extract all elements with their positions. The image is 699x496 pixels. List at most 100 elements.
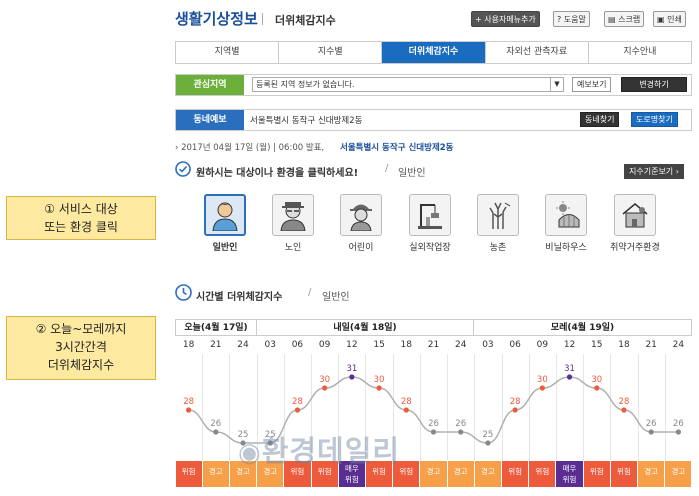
data-point [430, 429, 437, 435]
hourly-section-sub: 일반인 [322, 292, 350, 303]
risk-level-cell: 위험 [529, 461, 556, 487]
hour-cell: 15 [373, 340, 385, 350]
hour-cell: 18 [400, 340, 412, 350]
hour-cell: 09 [318, 340, 331, 350]
scrap-button[interactable]: ▤ 스크랩 [604, 11, 645, 27]
print-button[interactable]: ▣ 인쇄 [653, 11, 686, 27]
target-elderly[interactable]: 노인 [272, 194, 314, 253]
index-criteria-button[interactable]: 지수기준보기 › [624, 164, 684, 179]
day-header-today: 오늘(4월 17일) [175, 319, 257, 336]
hour-cell: 18 [182, 340, 195, 350]
hour-cell: 18 [618, 340, 630, 350]
region-select[interactable]: 등록된 지역 정보가 없습니다. ▼ [252, 77, 564, 92]
add-user-menu-button[interactable]: + 사용자메뉴추가 [471, 11, 540, 27]
globe-icon: ◉ [238, 438, 262, 468]
risk-level-cell: 위험 [175, 461, 202, 487]
data-label: 31 [564, 364, 575, 374]
tab-by-index[interactable]: 지수별 [279, 42, 383, 63]
target-farm[interactable]: 농촌 [477, 194, 519, 253]
tab-heat-index[interactable]: 더위체감지수 [382, 42, 486, 63]
neighborhood-label: 동네예보 [176, 110, 244, 130]
data-label: 28 [619, 397, 630, 407]
risk-level-cell: 위험 [610, 461, 638, 487]
announce-date: › 2017년 04월 17일 (월) | 06:00 발표, [175, 143, 325, 153]
person-icon [212, 202, 238, 231]
data-label: 30 [374, 375, 385, 385]
hour-cell: 06 [291, 340, 304, 350]
data-point [485, 440, 491, 446]
chevron-down-icon: ▼ [550, 78, 563, 91]
hour-cell: 09 [536, 340, 549, 350]
target-label: 취약거주환경 [610, 243, 660, 253]
target-general[interactable]: 일반인 [204, 194, 246, 253]
data-label: 30 [537, 375, 548, 385]
hour-cell: 06 [509, 340, 521, 350]
hour-cell: 21 [645, 340, 657, 350]
data-point [594, 385, 600, 391]
data-label: 30 [591, 375, 602, 385]
announce-location: 서울특별시 동작구 신대방제2동 [340, 143, 454, 153]
data-point [621, 407, 627, 413]
help-button[interactable]: ? 도움말 [553, 11, 590, 27]
data-label: 28 [292, 397, 303, 407]
data-label: 26 [428, 419, 439, 429]
risk-level-cell: 경고 [665, 461, 692, 487]
hour-cell: 03 [264, 340, 276, 350]
house-icon [622, 203, 648, 228]
data-point [675, 429, 681, 435]
data-point [376, 385, 382, 391]
elderly-icon [280, 202, 306, 231]
data-point [322, 385, 328, 391]
risk-level-cell: 경고 [638, 461, 665, 487]
target-greenhouse[interactable]: 비닐하우스 [545, 194, 587, 253]
data-label: 28 [401, 397, 412, 407]
data-label: 26 [455, 419, 466, 429]
callout-three-hour-index: ② 오늘~모레까지 3시간간격 더위체감지수 [6, 316, 156, 380]
construction-icon [418, 204, 442, 229]
tab-index-guide[interactable]: 지수안내 [588, 42, 692, 63]
data-point [349, 374, 355, 380]
farm-icon [489, 202, 511, 229]
data-label: 28 [510, 397, 521, 407]
data-label: 30 [319, 375, 330, 385]
hourly-section-title: 시간별 더위체감지수 [196, 292, 283, 303]
data-point [458, 429, 464, 435]
risk-level-cell: 경고 [447, 461, 474, 487]
hour-cell: 21 [210, 340, 222, 350]
find-road-name-button[interactable]: 도로명찾기 [631, 112, 678, 127]
day-header-day-after: 모레(4월 19일) [473, 319, 692, 336]
target-child[interactable]: 어린이 [340, 194, 382, 253]
forecast-view-button[interactable]: 예보보기 [572, 77, 612, 92]
clock-icon [175, 284, 192, 304]
data-point [539, 385, 545, 391]
hour-cell: 21 [427, 340, 440, 350]
tab-regional[interactable]: 지역별 [176, 42, 280, 63]
risk-level-cell: 경고 [474, 461, 502, 487]
data-label: 28 [183, 397, 194, 407]
data-point [186, 407, 192, 413]
hour-cell: 12 [346, 340, 358, 350]
neighborhood-bar: 동네예보 서울특별시 동작구 신대방제2동 동네찾기 도로명찾기 [175, 109, 692, 131]
tab-bar: 지역별 지수별 더위체감지수 자외선 관측자료 지수안내 [175, 41, 692, 64]
data-point [648, 429, 654, 435]
watermark: ◉환경데일리 [238, 434, 401, 468]
change-region-button[interactable]: 변경하기 [621, 77, 687, 92]
data-point [512, 407, 518, 413]
hour-cell: 03 [482, 340, 494, 350]
risk-level-cell: 매우위험 [556, 461, 583, 487]
title-divider [262, 13, 263, 25]
target-section-title: 원하시는 대상이나 환경을 클릭하세요! [196, 168, 359, 179]
day-header-tomorrow: 내일(4월 18일) [256, 319, 474, 336]
region-bar: 관심지역 등록된 지역 정보가 없습니다. ▼ 예보보기 변경하기 [175, 74, 692, 96]
scrap-icon: ▤ [608, 15, 619, 24]
target-outdoor-worksite[interactable]: 실외작업장 [409, 194, 451, 253]
data-label: 26 [673, 419, 684, 429]
data-label: 26 [210, 419, 221, 429]
target-vulnerable-housing[interactable]: 취약거주환경 [610, 194, 660, 253]
risk-level-cell: 경고 [420, 461, 447, 487]
target-section-sub: 일반인 [398, 168, 426, 179]
tab-uv-observation[interactable]: 자외선 관측자료 [485, 42, 589, 63]
child-icon [350, 204, 372, 231]
data-point [213, 429, 219, 435]
find-neighborhood-button[interactable]: 동네찾기 [580, 112, 620, 127]
